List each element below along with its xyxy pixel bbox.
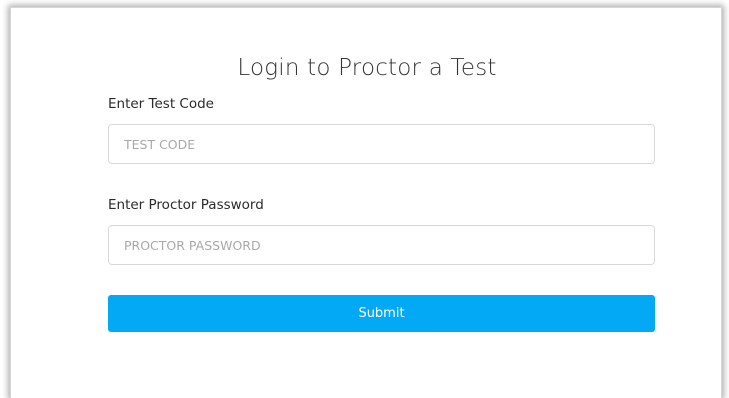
page-title: Login to Proctor a Test [237, 55, 497, 81]
submit-button[interactable]: Submit [108, 295, 655, 332]
page: Login to Proctor a Test Enter Test Code … [0, 0, 729, 398]
test-code-input[interactable] [108, 124, 655, 164]
test-code-label: Enter Test Code [108, 96, 214, 112]
login-card: Login to Proctor a Test Enter Test Code … [10, 7, 722, 398]
proctor-password-input[interactable] [108, 225, 655, 265]
login-form: Login to Proctor a Test Enter Test Code … [10, 7, 722, 398]
proctor-password-label: Enter Proctor Password [108, 197, 264, 213]
